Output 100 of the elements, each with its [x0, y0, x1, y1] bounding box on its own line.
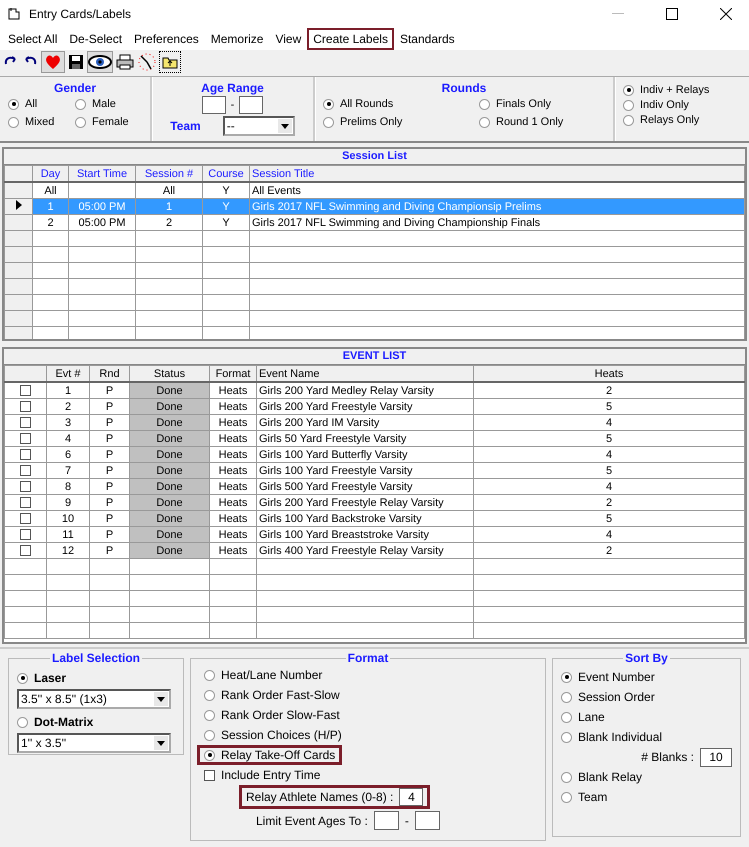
checkbox[interactable] [20, 545, 31, 556]
caret-icon[interactable] [154, 692, 168, 706]
age-max-field[interactable] [239, 96, 264, 114]
radio-button[interactable] [323, 116, 334, 128]
radio-label: Heat/Lane Number [221, 668, 322, 682]
maximize-icon[interactable] [666, 8, 678, 20]
checkbox[interactable] [20, 433, 31, 444]
column-header[interactable]: Rnd [90, 366, 130, 382]
checkbox[interactable] [20, 465, 31, 476]
table-cell: P [106, 496, 114, 508]
table-cell: 2 [47, 216, 54, 228]
radio-button[interactable] [204, 710, 215, 720]
checkbox[interactable] [20, 513, 31, 524]
field-label: Relay Athlete Names (0-8) : [246, 790, 394, 804]
caret-icon[interactable] [278, 119, 292, 133]
radio-button[interactable] [204, 750, 215, 760]
column-header[interactable]: Session Title [250, 166, 744, 182]
team-dropdown[interactable]: -- [222, 116, 295, 136]
radio-button[interactable] [8, 116, 19, 128]
radio-label: Round 1 Only [496, 116, 564, 128]
clock-icon[interactable] [137, 52, 157, 72]
group-title: Format [346, 651, 390, 665]
table-cell: P [106, 544, 114, 556]
input-field[interactable]: 4 [399, 788, 424, 806]
radio-button[interactable] [8, 98, 19, 110]
menu-item[interactable]: Preferences [128, 28, 205, 50]
checkbox[interactable] [20, 497, 31, 508]
table-cell: Heats [218, 480, 248, 492]
radio-button[interactable] [479, 98, 490, 110]
radio-label: Session Choices (H/P) [221, 728, 342, 742]
radio-button[interactable] [17, 716, 28, 728]
column-header[interactable]: Course [202, 166, 250, 182]
table-cell: 4 [606, 448, 612, 460]
column-header[interactable]: Day [32, 166, 68, 182]
column-header[interactable]: Event Name [256, 366, 474, 382]
radio-button[interactable] [17, 672, 28, 684]
radio-button[interactable] [204, 690, 215, 700]
folder-icon[interactable] [160, 52, 180, 72]
radio-button[interactable] [204, 670, 215, 680]
menu-item[interactable]: View [269, 28, 308, 50]
table-cell: 5 [606, 464, 612, 476]
checkbox[interactable] [20, 481, 31, 492]
radio-label: Indiv + Relays [640, 84, 710, 96]
caret-icon[interactable] [154, 736, 168, 750]
radio-button[interactable] [561, 772, 572, 782]
table-cell: All Events [252, 184, 301, 196]
radio-button[interactable] [561, 712, 572, 722]
column-header[interactable]: Session # [136, 166, 202, 182]
printer-icon[interactable] [116, 54, 134, 70]
menu-item[interactable]: Select All [2, 28, 64, 50]
radio-label: Laser [34, 671, 66, 685]
checkbox[interactable] [20, 401, 31, 412]
radio-button[interactable] [75, 98, 86, 110]
eye-icon[interactable] [87, 51, 113, 73]
panel-title: EVENT LIST [4, 349, 745, 365]
column-header[interactable]: Evt # [46, 366, 90, 382]
table-cell: P [106, 400, 114, 412]
menu-item[interactable]: De-Select [63, 28, 128, 50]
checkbox[interactable] [20, 385, 31, 396]
column-header[interactable]: Start Time [68, 166, 136, 182]
table-cell: 4 [64, 432, 72, 444]
close-icon[interactable] [720, 8, 732, 20]
checkbox[interactable] [20, 529, 31, 540]
label-size-dropdown[interactable]: 1'' x 3.5'' [17, 733, 171, 753]
radio-button[interactable] [623, 84, 634, 96]
input-field[interactable] [414, 811, 440, 830]
table-cell: 05:00 PM [78, 216, 126, 228]
menu-item[interactable]: Create Labels [307, 28, 394, 50]
checkbox[interactable] [204, 770, 215, 780]
radio-button[interactable] [561, 732, 572, 742]
age-min-field[interactable] [202, 96, 226, 114]
column-header[interactable]: Status [130, 366, 210, 382]
label-size-dropdown[interactable]: 3.5'' x 8.5'' (1x3) [17, 689, 171, 709]
column-header[interactable]: Format [210, 366, 256, 382]
radio-button[interactable] [561, 692, 572, 702]
radio-button[interactable] [75, 116, 86, 128]
table-cell: Done [156, 496, 183, 508]
column-header[interactable]: Heats [474, 366, 744, 382]
radio-button[interactable] [561, 792, 572, 802]
checkbox[interactable] [20, 417, 31, 428]
group-title: Sort By [624, 651, 669, 665]
table-cell: Girls 200 Yard Freestyle Relay Varsity [259, 496, 444, 508]
input-field[interactable]: 10 [700, 748, 732, 766]
row-pointer-icon [16, 200, 22, 210]
radio-button[interactable] [561, 672, 572, 682]
input-field[interactable] [374, 811, 399, 830]
table-cell: Y [222, 184, 230, 196]
radio-button[interactable] [204, 730, 215, 740]
table-cell: Done [156, 448, 183, 460]
table-cell: 2 [606, 544, 612, 556]
radio-button[interactable] [623, 100, 634, 110]
radio-label: Indiv Only [640, 99, 689, 111]
menu-item[interactable]: Standards [394, 28, 461, 50]
radio-button[interactable] [623, 114, 634, 126]
checkbox-label: Include Entry Time [221, 768, 320, 782]
radio-button[interactable] [479, 116, 490, 128]
radio-button[interactable] [323, 98, 334, 110]
table-cell: P [106, 384, 114, 396]
checkbox[interactable] [20, 449, 31, 460]
menu-item[interactable]: Memorize [204, 28, 270, 50]
